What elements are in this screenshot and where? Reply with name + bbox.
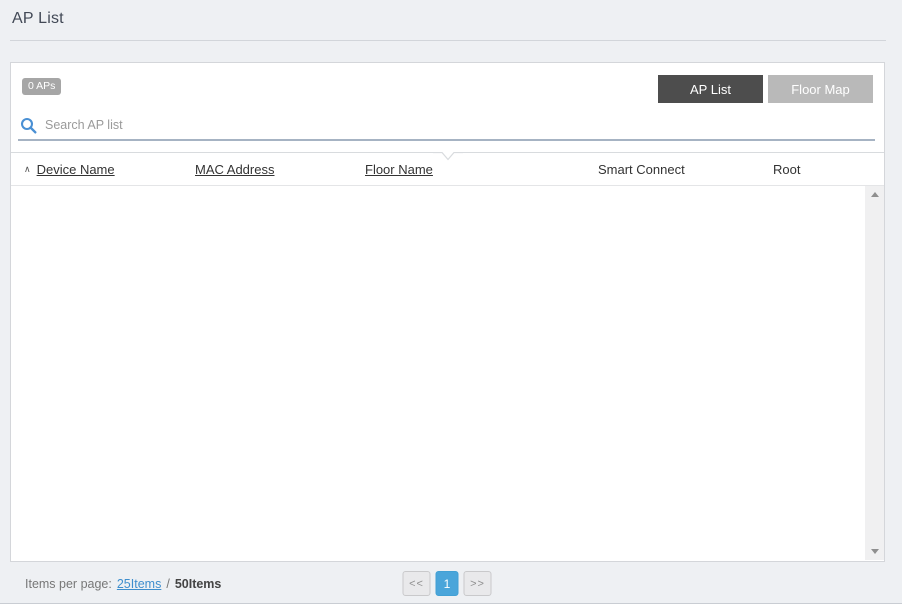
page-number-button[interactable]: 1 — [435, 571, 459, 596]
title-divider — [10, 40, 886, 41]
search-bar — [18, 111, 876, 139]
table-scrollbar[interactable] — [865, 186, 884, 560]
search-icon — [20, 117, 37, 134]
floor-map-view-button[interactable]: Floor Map — [768, 75, 873, 103]
sort-asc-icon: ∧ — [24, 163, 31, 174]
search-underline — [18, 139, 875, 141]
page-title: AP List — [12, 10, 64, 27]
ap-count-badge: 0 APs — [22, 78, 62, 95]
column-header-floor-name[interactable]: Floor Name — [365, 162, 598, 177]
items-per-page-separator: / — [166, 577, 170, 591]
column-label: Root — [773, 161, 801, 177]
column-label[interactable]: MAC Address — [195, 162, 274, 177]
column-header-root: Root — [773, 162, 884, 177]
view-toggle: AP List Floor Map — [658, 75, 873, 103]
column-label[interactable]: Floor Name — [365, 162, 433, 177]
scroll-down-icon[interactable] — [870, 549, 879, 554]
table-body-empty — [11, 186, 884, 560]
pager: << 1 >> — [402, 571, 492, 596]
ap-list-panel: 0 APs AP List Floor Map ∧ Device Name MA… — [10, 62, 885, 562]
column-header-smart-connect: Smart Connect — [598, 162, 773, 177]
column-label: Smart Connect — [598, 161, 685, 177]
next-page-button[interactable]: >> — [463, 571, 492, 596]
items-per-page: Items per page: 25Items / 50Items — [25, 577, 221, 591]
column-header-device-name[interactable]: ∧ Device Name — [24, 162, 195, 177]
ap-list-view-button[interactable]: AP List — [658, 75, 763, 103]
items-per-page-50-selected: 50Items — [174, 577, 222, 591]
items-per-page-25-link[interactable]: 25Items — [117, 577, 161, 591]
column-header-mac-address[interactable]: MAC Address — [195, 162, 365, 177]
table-header: ∧ Device Name MAC Address Floor Name Sma… — [11, 153, 884, 186]
scroll-up-icon[interactable] — [870, 192, 879, 197]
column-label[interactable]: Device Name — [37, 162, 115, 177]
prev-page-button[interactable]: << — [402, 571, 431, 596]
items-per-page-label: Items per page: — [25, 577, 112, 591]
search-input[interactable] — [45, 118, 876, 132]
